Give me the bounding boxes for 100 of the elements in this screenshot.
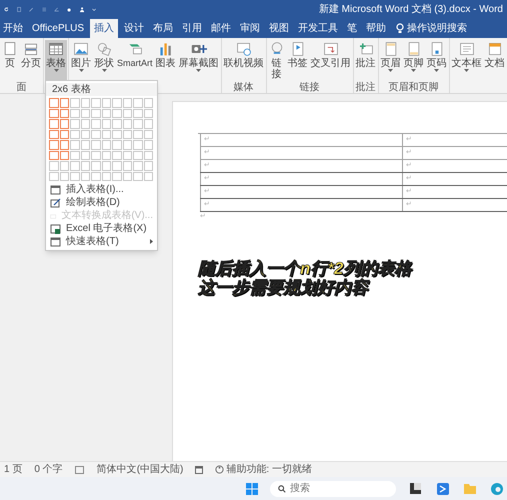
grid-cell[interactable] xyxy=(122,140,132,150)
grid-cell[interactable] xyxy=(80,161,90,170)
menu-item[interactable]: 插入表格(I)... xyxy=(46,183,157,196)
grid-cell[interactable] xyxy=(91,98,100,108)
grid-cell[interactable] xyxy=(122,130,132,139)
grid-cell[interactable] xyxy=(60,108,69,118)
ribbon-tab[interactable]: 引用 xyxy=(179,19,206,38)
grid-cell[interactable] xyxy=(102,98,111,108)
accessibility-status[interactable]: 辅助功能: 一切就绪 xyxy=(226,462,312,477)
grid-cell[interactable] xyxy=(122,98,132,108)
language-status[interactable]: 简体中文(中国大陆) xyxy=(96,462,184,477)
grid-cell[interactable] xyxy=(49,108,58,118)
ribbon-tab[interactable]: OfficePLUS xyxy=(29,19,88,38)
grid-cell[interactable] xyxy=(144,140,153,150)
grid-cell[interactable] xyxy=(144,98,153,108)
proofing-icon[interactable] xyxy=(74,466,85,474)
grid-cell[interactable] xyxy=(112,140,122,150)
ribbon-tab[interactable]: 邮件 xyxy=(208,19,234,38)
grid-cell[interactable] xyxy=(122,119,132,128)
ribbon-button[interactable]: 联机视频 xyxy=(222,40,265,80)
grid-cell[interactable] xyxy=(70,172,80,181)
grid-cell[interactable] xyxy=(49,130,58,139)
grid-cell[interactable] xyxy=(133,130,142,139)
grid-cell[interactable] xyxy=(80,98,90,108)
pen-icon[interactable] xyxy=(28,5,34,14)
ribbon-button[interactable]: 页码 xyxy=(426,40,448,80)
ribbon-tab[interactable]: 审阅 xyxy=(237,19,264,38)
grid-cell[interactable] xyxy=(91,140,100,150)
grid-cell[interactable] xyxy=(112,108,122,118)
person-icon[interactable] xyxy=(80,5,84,14)
grid-cell[interactable] xyxy=(133,140,142,150)
ribbon-button[interactable]: 页眉 xyxy=(380,40,402,80)
ribbon-button[interactable]: 链接 xyxy=(268,40,286,80)
customize-icon[interactable] xyxy=(92,6,96,12)
grid-cell[interactable] xyxy=(133,172,142,181)
folder-icon[interactable] xyxy=(464,483,476,494)
grid-cell[interactable] xyxy=(133,150,142,160)
list-icon[interactable] xyxy=(42,5,46,14)
ribbon-tab[interactable]: 开发工具 xyxy=(295,19,342,38)
grid-cell[interactable] xyxy=(80,119,90,128)
menu-item[interactable]: 绘制表格(D) xyxy=(46,196,157,209)
grid-cell[interactable] xyxy=(102,130,111,139)
grid-cell[interactable] xyxy=(80,150,90,160)
ribbon-button[interactable]: 页脚 xyxy=(402,40,425,80)
grid-cell[interactable] xyxy=(122,150,132,160)
grid-cell[interactable] xyxy=(112,119,122,128)
ribbon-tab[interactable]: 布局 xyxy=(150,19,176,38)
grid-cell[interactable] xyxy=(60,140,69,150)
ribbon-button[interactable]: 文本框 xyxy=(450,40,483,80)
redo-icon[interactable] xyxy=(4,5,9,14)
grid-cell[interactable] xyxy=(112,150,122,160)
ribbon-button[interactable]: 分页 xyxy=(20,40,42,80)
tell-me-search[interactable]: 操作说明搜索 xyxy=(392,19,472,38)
grid-cell[interactable] xyxy=(122,172,132,181)
grid-cell[interactable] xyxy=(144,119,153,128)
grid-cell[interactable] xyxy=(60,130,69,139)
ribbon-button[interactable]: 书签 xyxy=(286,40,309,80)
grid-cell[interactable] xyxy=(70,130,80,139)
menu-item[interactable]: 快速表格(T) xyxy=(46,235,157,248)
grid-cell[interactable] xyxy=(91,150,100,160)
draw-icon[interactable] xyxy=(54,5,60,14)
grid-cell[interactable] xyxy=(102,119,111,128)
grid-cell[interactable] xyxy=(144,108,153,118)
ribbon-tab[interactable]: 设计 xyxy=(121,19,148,38)
ribbon-tab[interactable]: 视图 xyxy=(266,19,292,38)
grid-cell[interactable] xyxy=(144,161,153,170)
grid-cell[interactable] xyxy=(102,150,111,160)
grid-cell[interactable] xyxy=(70,140,80,150)
word-count[interactable]: 0 个字 xyxy=(34,462,63,477)
grid-cell[interactable] xyxy=(112,172,122,181)
ribbon-button[interactable]: 文档 xyxy=(484,40,506,80)
ribbon-button[interactable]: 表格 xyxy=(45,40,67,80)
grid-cell[interactable] xyxy=(133,108,142,118)
grid-cell[interactable] xyxy=(80,172,90,181)
grid-cell[interactable] xyxy=(70,150,80,160)
grid-cell[interactable] xyxy=(91,161,100,170)
grid-cell[interactable] xyxy=(91,108,100,118)
ribbon-button[interactable]: 图片 xyxy=(70,40,92,80)
grid-cell[interactable] xyxy=(49,150,58,160)
ribbon-button[interactable]: 批注 xyxy=(354,40,377,80)
ribbon-button[interactable]: 图表 xyxy=(154,40,177,80)
grid-cell[interactable] xyxy=(133,119,142,128)
ribbon-tab[interactable]: 插入 xyxy=(90,19,118,38)
grid-cell[interactable] xyxy=(133,98,142,108)
grid-cell[interactable] xyxy=(60,150,69,160)
ribbon-button[interactable]: 页 xyxy=(1,40,19,80)
grid-cell[interactable] xyxy=(102,172,111,181)
grid-cell[interactable] xyxy=(122,108,132,118)
ribbon-tab[interactable]: 笔 xyxy=(344,19,360,38)
grid-cell[interactable] xyxy=(60,119,69,128)
grid-cell[interactable] xyxy=(144,172,153,181)
grid-cell[interactable] xyxy=(91,130,100,139)
grid-cell[interactable] xyxy=(80,140,90,150)
grid-cell[interactable] xyxy=(144,130,153,139)
ribbon-button[interactable]: SmartArt xyxy=(116,40,154,80)
grid-cell[interactable] xyxy=(112,98,122,108)
menu-item[interactable]: Excel 电子表格(X) xyxy=(46,222,157,235)
grid-cell[interactable] xyxy=(80,130,90,139)
ribbon-button[interactable]: 交叉引用 xyxy=(310,40,352,80)
grid-cell[interactable] xyxy=(112,161,122,170)
